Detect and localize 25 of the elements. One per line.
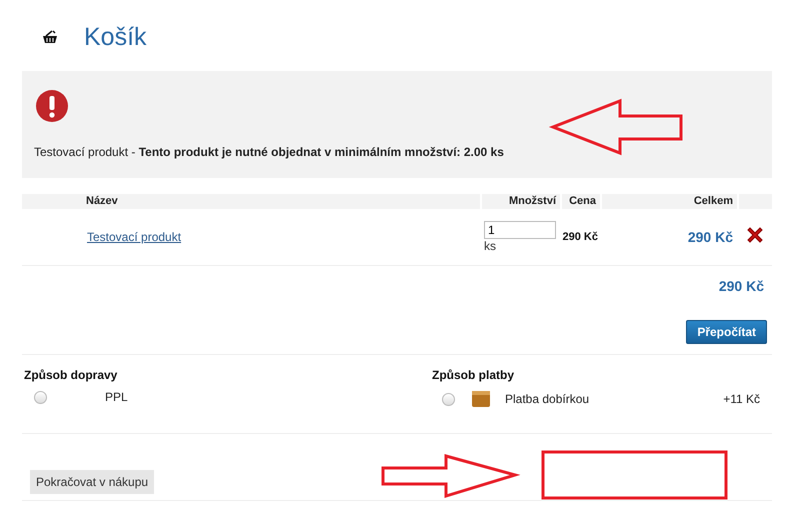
column-header: Množství bbox=[480, 194, 560, 209]
unit-label: ks bbox=[484, 239, 497, 253]
quantity-field[interactable]: 1 bbox=[484, 221, 556, 239]
option-label: Platba dobírkou bbox=[505, 392, 590, 406]
alert-message: Testovací produkt - Tento produkt je nutné objednat v minimálním množství: 2.00 ks bbox=[34, 145, 505, 159]
basket-icon bbox=[42, 30, 58, 44]
radio-button[interactable] bbox=[442, 392, 455, 406]
continue-shopping-button[interactable]: Pokračovat v nákupu bbox=[30, 470, 154, 494]
error-icon bbox=[34, 89, 70, 125]
wallet-icon bbox=[471, 390, 491, 408]
option-label: PPL bbox=[105, 390, 128, 404]
option-fee: +11 Kč bbox=[723, 392, 761, 406]
column-header: Cena bbox=[560, 194, 600, 209]
delete-icon[interactable] bbox=[744, 224, 764, 244]
total-cell-text: 290 Kč bbox=[686, 229, 734, 245]
radio-button[interactable] bbox=[34, 390, 47, 404]
section-title: Způsob dopravy bbox=[24, 368, 118, 382]
cart-total: 290 Kč bbox=[718, 277, 765, 294]
product-link[interactable]: Testovací produkt bbox=[82, 230, 182, 244]
page-title: Košík bbox=[84, 22, 147, 52]
recalculate-button[interactable]: Přepočítat bbox=[686, 320, 767, 344]
column-header: Celkem bbox=[600, 194, 737, 209]
price-cell-text: 290 Kč bbox=[562, 231, 599, 243]
section-title: Způsob platby bbox=[432, 368, 515, 382]
column-header: Název bbox=[85, 194, 119, 209]
